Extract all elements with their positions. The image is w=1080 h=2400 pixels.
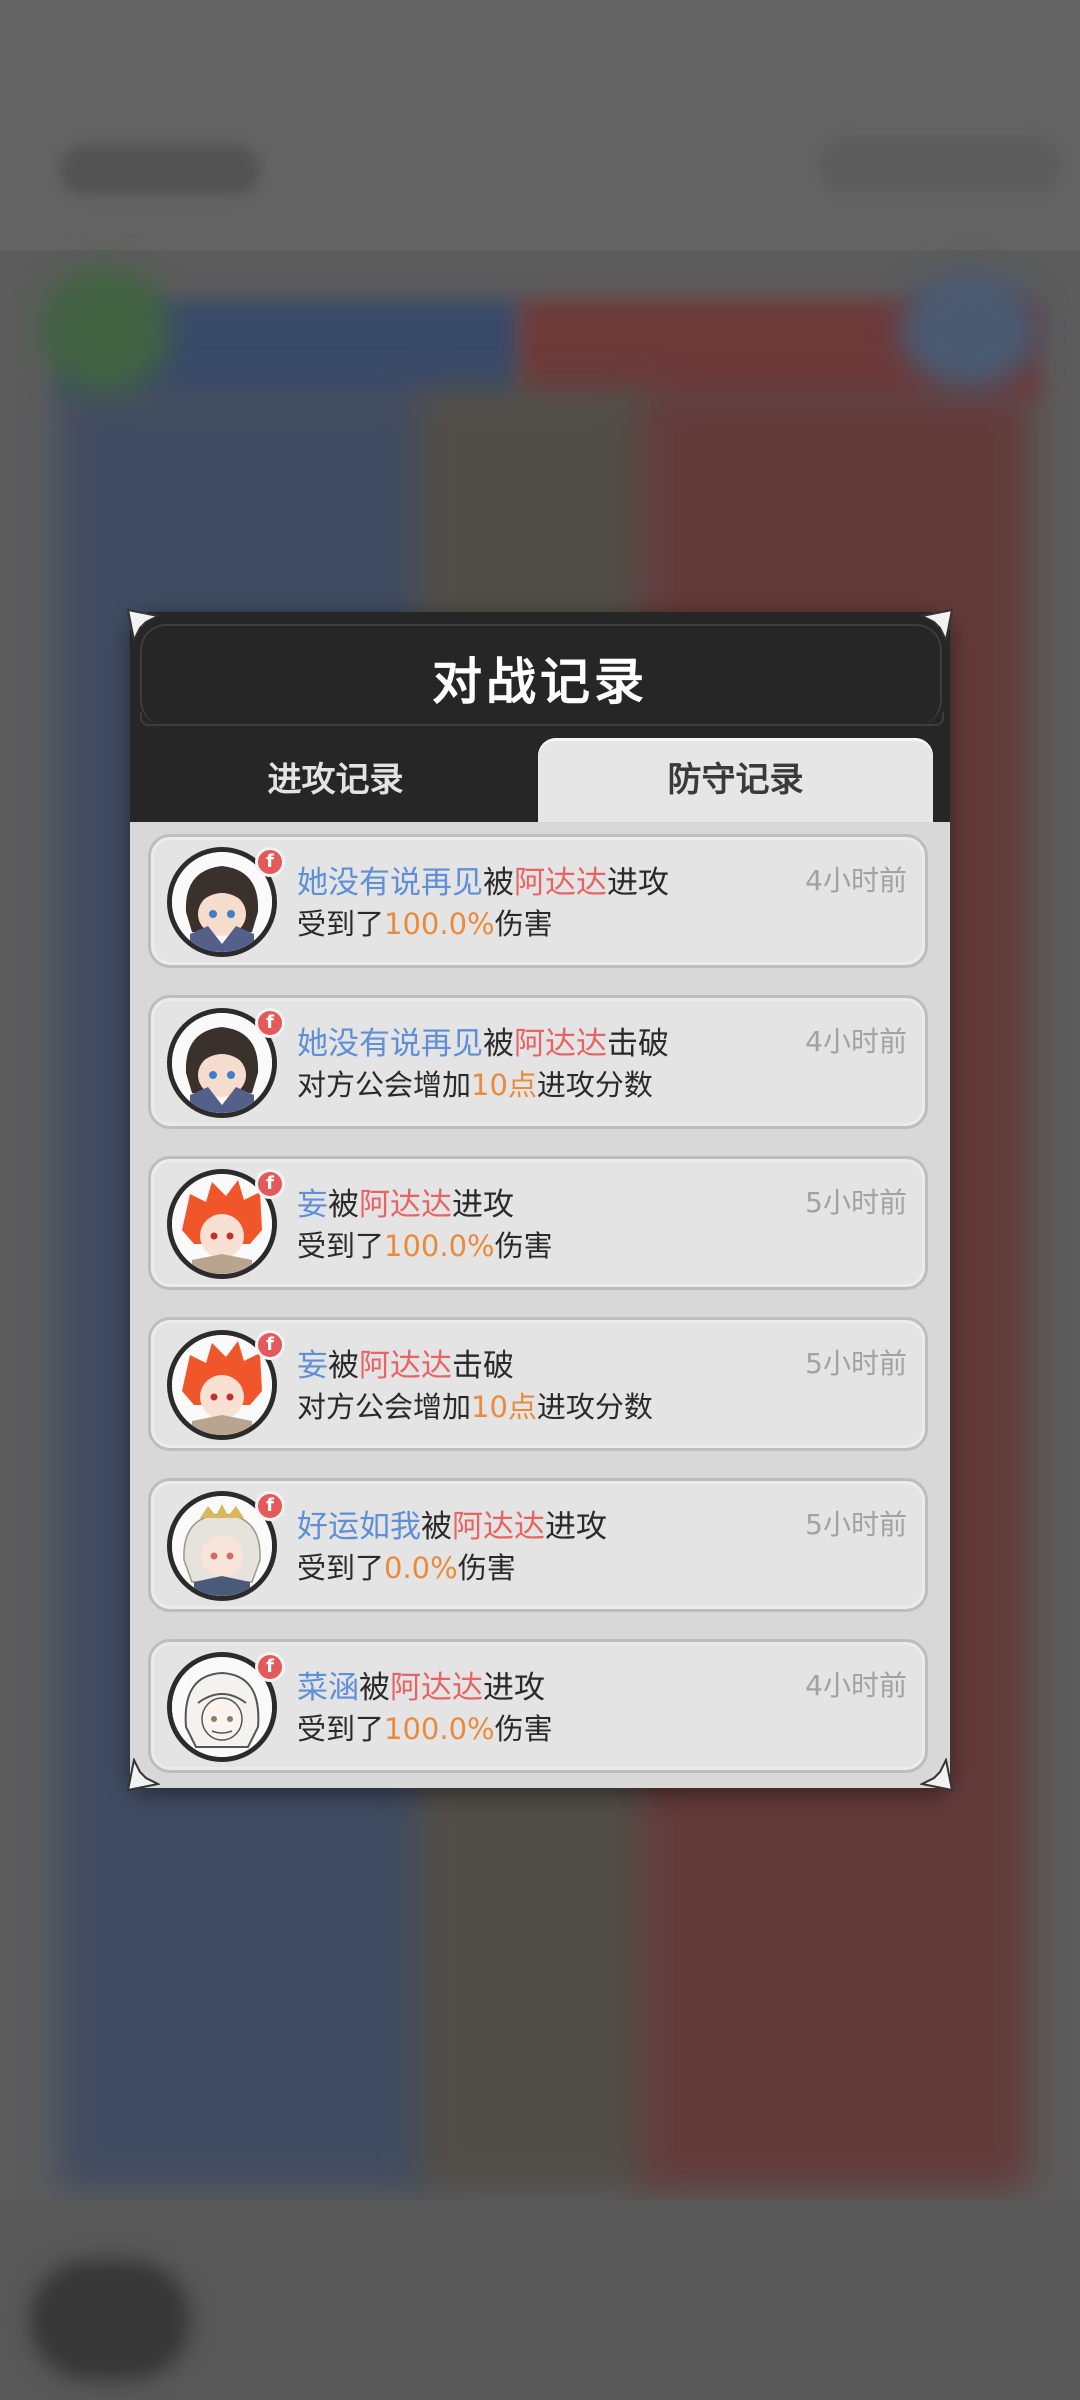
detail-prefix: 受到了 xyxy=(297,1229,385,1263)
record-detail: 受到了100.0%伤害 xyxy=(297,1223,553,1265)
record-title: 菜涵被阿达达进攻 xyxy=(297,1662,545,1707)
attacker-name: 阿达达 xyxy=(514,1026,607,1062)
detail-suffix: 伤害 xyxy=(494,907,553,941)
record-card[interactable]: f 妄被阿达达进攻 受到了100.0%伤害 5小时前 xyxy=(148,1156,928,1290)
title-frame-bottom xyxy=(140,712,944,726)
attacker-name: 阿达达 xyxy=(359,1187,452,1223)
record-time: 4小时前 xyxy=(805,1669,907,1702)
detail-prefix: 对方公会增加 xyxy=(297,1390,472,1424)
by-text: 被 xyxy=(359,1670,390,1706)
record-card[interactable]: f 好运如我被阿达达进攻 受到了0.0%伤害 5小时前 xyxy=(148,1478,928,1612)
badge-icon: f xyxy=(255,1652,285,1682)
attacker-name: 阿达达 xyxy=(514,865,607,901)
record-card[interactable]: f 妄被阿达达击破 对方公会增加10点进攻分数 5小时前 xyxy=(148,1317,928,1451)
by-text: 被 xyxy=(483,865,514,901)
defender-name: 妄 xyxy=(297,1348,328,1384)
attacker-name: 阿达达 xyxy=(390,1670,483,1706)
defender-name: 她没有说再见 xyxy=(297,865,483,901)
detail-value: 0.0% xyxy=(384,1551,458,1585)
corner-ornament-icon xyxy=(126,608,160,642)
corner-ornament-icon xyxy=(920,608,954,642)
dialog-header: 对战记录 进攻记录 防守记录 xyxy=(130,612,950,822)
record-card[interactable]: f 她没有说再见被阿达达击破 对方公会增加10点进攻分数 4小时前 xyxy=(148,995,928,1129)
badge-icon: f xyxy=(255,1008,285,1038)
detail-value: 100.0% xyxy=(384,1229,495,1263)
record-detail: 受到了0.0%伤害 xyxy=(297,1545,516,1587)
detail-value: 100.0% xyxy=(384,1712,495,1746)
attacker-name: 阿达达 xyxy=(359,1348,452,1384)
record-detail: 受到了100.0%伤害 xyxy=(297,1706,553,1748)
dialog-title: 对战记录 xyxy=(432,653,648,711)
corner-ornament-icon xyxy=(920,1758,954,1792)
action-text: 击破 xyxy=(607,1026,669,1062)
by-text: 被 xyxy=(328,1348,359,1384)
action-text: 进攻 xyxy=(452,1187,514,1223)
defender-name: 她没有说再见 xyxy=(297,1026,483,1062)
detail-value: 10点 xyxy=(471,1068,537,1102)
detail-suffix: 进攻分数 xyxy=(536,1390,653,1424)
record-card[interactable]: f 菜涵被阿达达进攻 受到了100.0%伤害 4小时前 xyxy=(148,1639,928,1773)
defender-name: 好运如我 xyxy=(297,1509,421,1545)
record-title: 妄被阿达达进攻 xyxy=(297,1179,514,1224)
defender-name: 妄 xyxy=(297,1187,328,1223)
by-text: 被 xyxy=(421,1509,452,1545)
record-time: 4小时前 xyxy=(805,1025,907,1058)
detail-prefix: 受到了 xyxy=(297,1551,385,1585)
detail-suffix: 进攻分数 xyxy=(536,1068,653,1102)
action-text: 进攻 xyxy=(483,1670,545,1706)
action-text: 击破 xyxy=(452,1348,514,1384)
action-text: 进攻 xyxy=(607,865,669,901)
detail-value: 100.0% xyxy=(384,907,495,941)
record-time: 5小时前 xyxy=(805,1508,907,1541)
badge-icon: f xyxy=(255,1169,285,1199)
detail-value: 10点 xyxy=(471,1390,537,1424)
record-time: 5小时前 xyxy=(805,1347,907,1380)
record-detail: 对方公会增加10点进攻分数 xyxy=(297,1384,653,1426)
detail-prefix: 对方公会增加 xyxy=(297,1068,472,1102)
by-text: 被 xyxy=(483,1026,514,1062)
detail-suffix: 伤害 xyxy=(494,1712,553,1746)
record-title: 她没有说再见被阿达达击破 xyxy=(297,1018,669,1063)
record-detail: 受到了100.0%伤害 xyxy=(297,901,553,943)
record-list[interactable]: f 她没有说再见被阿达达进攻 受到了100.0%伤害 4小时前 f 她没有说再见被阿达达击… xyxy=(130,822,950,1788)
detail-suffix: 伤害 xyxy=(494,1229,553,1263)
badge-icon: f xyxy=(255,1491,285,1521)
detail-suffix: 伤害 xyxy=(457,1551,516,1585)
badge-icon: f xyxy=(255,847,285,877)
defender-name: 菜涵 xyxy=(297,1670,359,1706)
record-time: 4小时前 xyxy=(805,864,907,897)
record-card[interactable]: f 她没有说再见被阿达达进攻 受到了100.0%伤害 4小时前 xyxy=(148,834,928,968)
action-text: 进攻 xyxy=(545,1509,607,1545)
tab-defense-records[interactable]: 防守记录 xyxy=(538,738,933,822)
detail-prefix: 受到了 xyxy=(297,907,385,941)
record-detail: 对方公会增加10点进攻分数 xyxy=(297,1062,653,1104)
record-title: 她没有说再见被阿达达进攻 xyxy=(297,857,669,902)
corner-ornament-icon xyxy=(126,1758,160,1792)
attacker-name: 阿达达 xyxy=(452,1509,545,1545)
tab-attack-records[interactable]: 进攻记录 xyxy=(138,738,533,822)
record-title: 妄被阿达达击破 xyxy=(297,1340,514,1385)
record-title: 好运如我被阿达达进攻 xyxy=(297,1501,607,1546)
badge-icon: f xyxy=(255,1330,285,1360)
detail-prefix: 受到了 xyxy=(297,1712,385,1746)
battle-record-dialog: 对战记录 进攻记录 防守记录 f 她没有说再见被阿达达进攻 受到了100.0%伤害 4… xyxy=(126,608,954,1792)
by-text: 被 xyxy=(328,1187,359,1223)
record-time: 5小时前 xyxy=(805,1186,907,1219)
